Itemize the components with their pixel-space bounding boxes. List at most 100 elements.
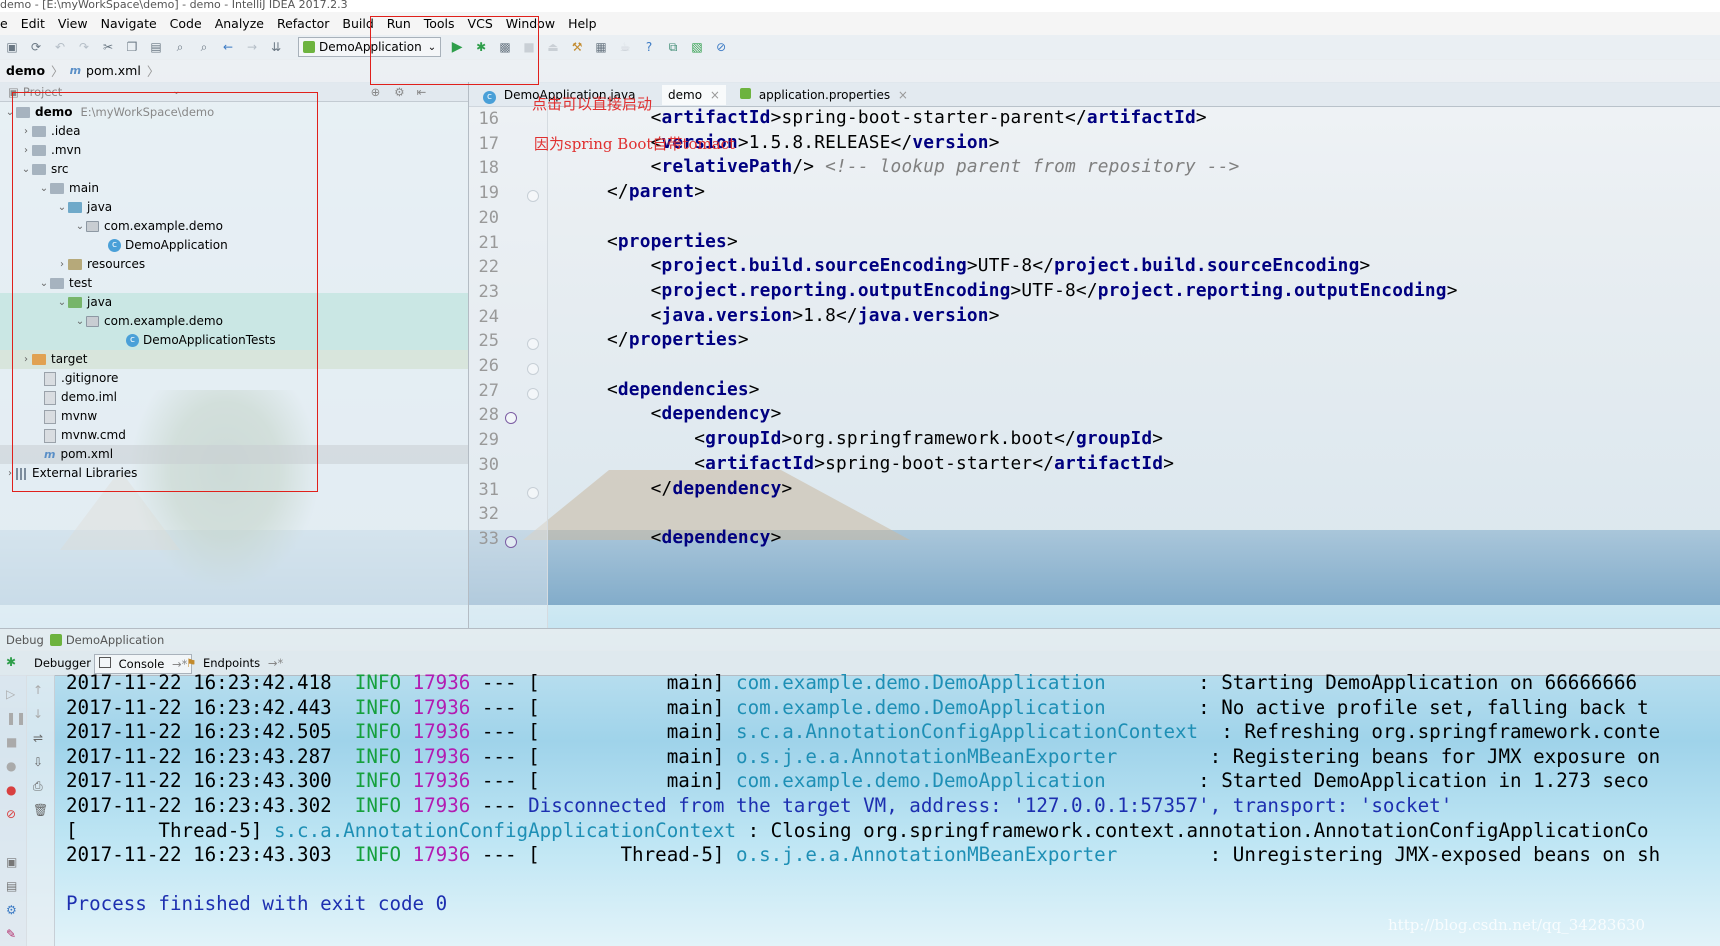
sync-icon[interactable]: ⟳ bbox=[28, 39, 44, 55]
up-icon[interactable]: ↑ bbox=[33, 683, 43, 697]
code-text: < bbox=[607, 156, 662, 178]
tab-debugger[interactable]: Debugger bbox=[30, 654, 95, 672]
menu-edit[interactable]: Edit bbox=[14, 16, 51, 31]
menu-help[interactable]: Help bbox=[561, 16, 603, 31]
code-line: <java.version>1.8</java.version> bbox=[607, 305, 1000, 326]
cut-icon[interactable]: ✂ bbox=[100, 39, 116, 55]
code-text: >UTF-8</ bbox=[1010, 279, 1098, 301]
xml-tag: properties bbox=[628, 329, 738, 351]
redo-icon[interactable]: ↷ bbox=[76, 39, 92, 55]
log-level: INFO bbox=[354, 720, 402, 744]
breadcrumb-file[interactable]: pom.xml bbox=[86, 63, 141, 78]
breadcrumb-project[interactable]: demo bbox=[6, 63, 45, 78]
scroll-end-icon[interactable]: ⇩ bbox=[33, 755, 43, 769]
print-icon[interactable]: ⎙ bbox=[33, 779, 43, 794]
disable-icon[interactable]: ⊘ bbox=[713, 39, 729, 55]
console-text: --- [ bbox=[470, 744, 540, 768]
close-icon[interactable]: × bbox=[710, 88, 720, 102]
paste-icon[interactable]: ▤ bbox=[148, 39, 164, 55]
project-structure-icon[interactable]: ▦ bbox=[593, 39, 609, 55]
menu-view[interactable]: View bbox=[51, 16, 94, 31]
console-line: 2017-11-22 16:23:42.443 INFO 17936 --- [… bbox=[66, 696, 1649, 719]
code-line: <project.build.sourceEncoding>UTF-8</pro… bbox=[607, 255, 1371, 277]
code-line: <dependencies> bbox=[607, 379, 760, 400]
view-breakpoints-icon[interactable]: ● bbox=[6, 759, 16, 773]
code-line: </properties> bbox=[607, 329, 749, 350]
code-text: < bbox=[607, 304, 662, 326]
layout-icon[interactable]: ▤ bbox=[6, 879, 17, 893]
trash-icon[interactable]: 🗑 bbox=[33, 803, 48, 817]
code-text: < bbox=[607, 428, 706, 450]
pin-tab-icon[interactable]: ✎ bbox=[6, 927, 16, 941]
settings-icon[interactable]: ⚙ bbox=[6, 903, 17, 917]
code-line: <artifactId>spring-boot-starter-parent</… bbox=[607, 107, 1207, 128]
log-timestamp: 2017-11-22 16:23:43.302 bbox=[66, 794, 355, 817]
forward-icon[interactable]: → bbox=[244, 39, 260, 55]
build-icon[interactable]: ⇊ bbox=[268, 39, 284, 55]
down-icon[interactable]: ↓ bbox=[33, 707, 43, 721]
back-icon[interactable]: ← bbox=[220, 39, 236, 55]
log-pid: 17936 bbox=[401, 794, 471, 817]
copy-icon[interactable]: ❐ bbox=[124, 39, 140, 55]
code-text: >UTF-8</ bbox=[966, 255, 1055, 277]
log-level: INFO bbox=[354, 769, 402, 793]
console-line: 2017-11-22 16:23:42.418 INFO 17936 --- [… bbox=[66, 671, 1637, 694]
code-text: >spring-boot-starter</ bbox=[814, 452, 1055, 474]
highlight-box-project-tree bbox=[12, 92, 318, 492]
chart-icon[interactable]: ▧ bbox=[689, 39, 705, 55]
breakpoints-icon[interactable]: ● bbox=[6, 783, 16, 797]
log-level: INFO bbox=[354, 671, 402, 694]
console-text: [ Thread-5] bbox=[66, 818, 274, 842]
pause-icon[interactable]: ❚❚ bbox=[6, 711, 26, 725]
code-line: <artifactId>spring-boot-starter</artifac… bbox=[607, 453, 1174, 474]
save-icon[interactable]: ▣ bbox=[4, 39, 20, 55]
console-text: --- [ bbox=[470, 843, 540, 867]
replace-icon[interactable]: ⌕ bbox=[196, 39, 212, 55]
resume-icon[interactable]: ▷ bbox=[6, 687, 15, 701]
tab-endpoints[interactable]: ⚑ Endpoints →* bbox=[182, 654, 287, 672]
chevron-right-icon: 〉 bbox=[51, 64, 64, 79]
code-text: >1.8</ bbox=[792, 304, 858, 326]
undo-icon[interactable]: ↶ bbox=[52, 39, 68, 55]
sdk-icon[interactable]: ☕ bbox=[617, 39, 633, 55]
find-icon[interactable]: ⌕ bbox=[172, 39, 188, 55]
close-icon[interactable]: × bbox=[898, 88, 908, 102]
menu-file[interactable]: e bbox=[0, 16, 14, 31]
log-timestamp: 2017-11-22 16:23:42.505 bbox=[66, 720, 355, 744]
gear-icon[interactable]: ⚙ bbox=[394, 85, 404, 99]
debug-bug-icon[interactable]: ✱ bbox=[6, 655, 16, 669]
vcs-icon[interactable]: ⧉ bbox=[665, 39, 681, 55]
code-text: > bbox=[694, 181, 706, 203]
help-icon[interactable]: ? bbox=[641, 39, 657, 55]
code-text: > bbox=[988, 304, 1000, 326]
menu-refactor[interactable]: Refactor bbox=[270, 16, 335, 31]
console-output[interactable]: 2017-11-22 16:23:42.418 INFO 17936 --- [… bbox=[54, 671, 1720, 946]
sync-tree-icon[interactable]: ⊕ bbox=[371, 85, 381, 99]
code-area[interactable]: <artifactId>spring-boot-starter-parent</… bbox=[469, 106, 1720, 628]
collapse-icon[interactable]: ⇤ bbox=[417, 85, 427, 99]
debug-action-bar: ▷ ❚❚ ■ ● ● ⊘ ▣ ▤ ⚙ ✎ bbox=[0, 675, 27, 946]
menu-code[interactable]: Code bbox=[163, 16, 208, 31]
log-message: : Refreshing org.springframework.conte bbox=[1198, 720, 1661, 744]
xml-tag: dependency bbox=[661, 403, 771, 425]
console-icon bbox=[99, 657, 111, 668]
log-message: : Unregistering JMX-exposed beans on sh bbox=[1117, 843, 1661, 867]
camera-icon[interactable]: ▣ bbox=[6, 855, 17, 869]
stop-icon[interactable]: ■ bbox=[6, 735, 17, 749]
code-text: </ bbox=[607, 181, 629, 203]
tab-label: application.properties bbox=[758, 88, 891, 102]
mute-breakpoints-icon[interactable]: ⊘ bbox=[6, 807, 16, 821]
menu-navigate[interactable]: Navigate bbox=[94, 16, 163, 31]
log-level: INFO bbox=[354, 695, 402, 719]
wrap-icon[interactable]: ⇌ bbox=[33, 731, 43, 745]
log-logger: com.example.demo.DemoApplication bbox=[736, 695, 1106, 719]
debug-config-name[interactable]: DemoApplication bbox=[66, 633, 164, 647]
tab-application-properties[interactable]: application.properties × bbox=[734, 85, 914, 105]
code-line: </parent> bbox=[607, 181, 705, 202]
console-text: --- [ bbox=[470, 769, 540, 793]
attach-icon[interactable]: ⏏ bbox=[545, 39, 561, 55]
tab-demo-pom[interactable]: demo × bbox=[662, 85, 726, 105]
menu-analyze[interactable]: Analyze bbox=[208, 16, 270, 31]
code-line: <groupId>org.springframework.boot</group… bbox=[607, 428, 1163, 449]
wrench-icon[interactable]: ⚒ bbox=[569, 39, 585, 55]
